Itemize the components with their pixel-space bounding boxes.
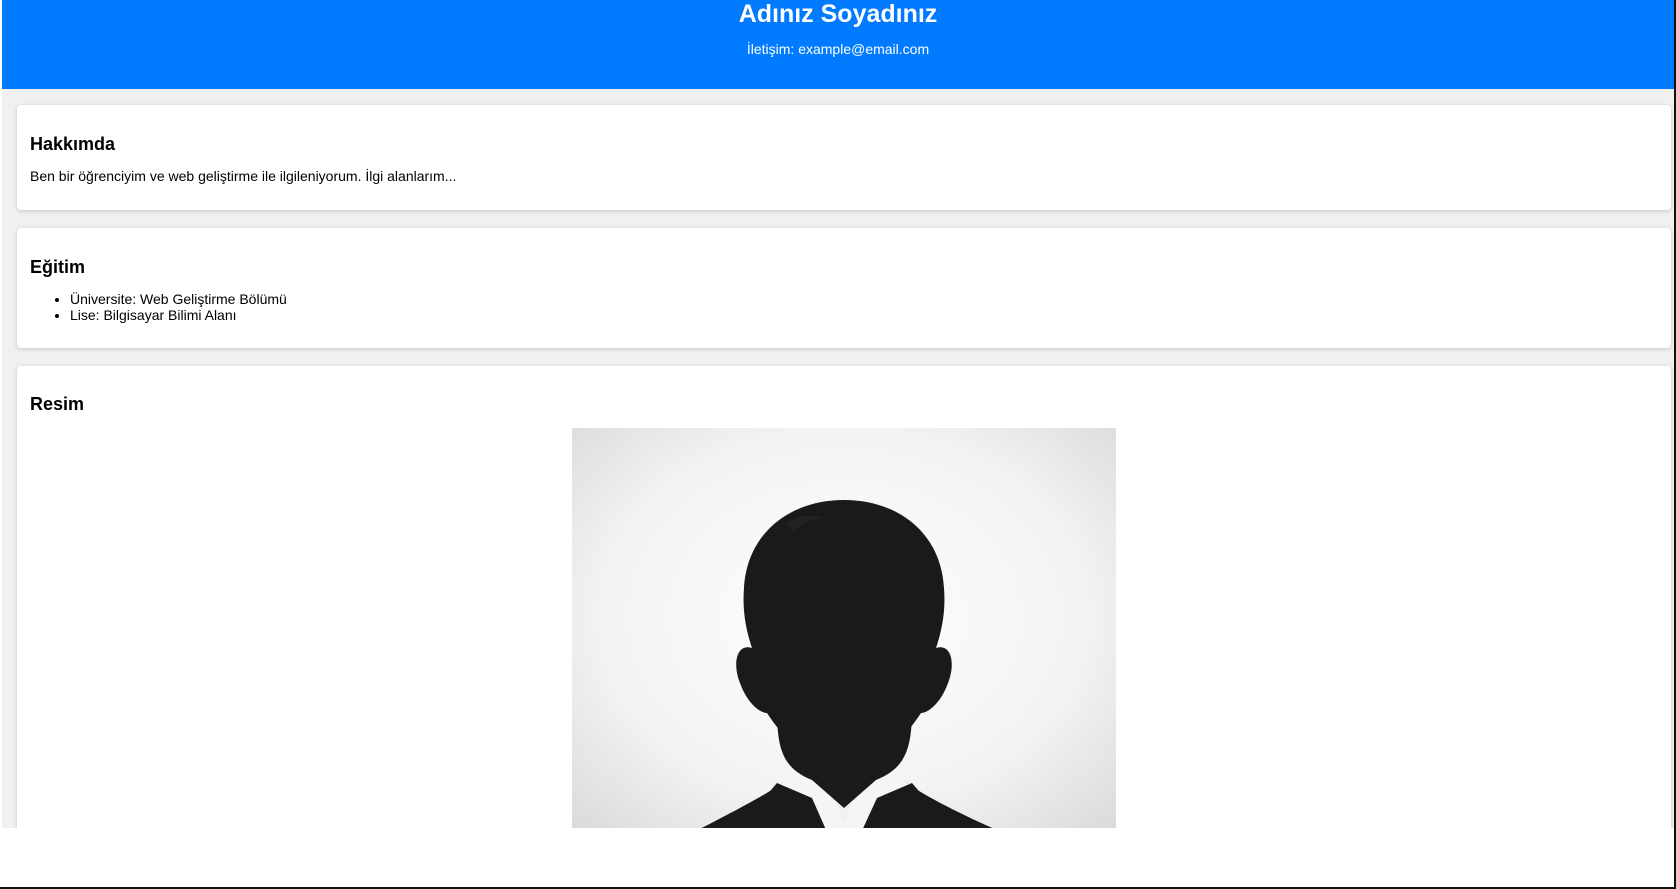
education-list: Üniversite: Web Geliştirme Bölümü Lise: … — [30, 291, 287, 323]
silhouette-image — [572, 428, 1116, 828]
about-section: Hakkımda Ben bir öğrenciyim ve web geliş… — [17, 105, 1671, 210]
education-title: Eğitim — [30, 257, 86, 277]
page-header: Adınız Soyadınız İletişim: example@email… — [2, 0, 1674, 89]
about-title: Hakkımda — [30, 134, 116, 154]
image-section: Resim — [17, 366, 1671, 828]
page-title: Adınız Soyadınız — [738, 0, 938, 28]
browser-frame: Adınız Soyadınız İletişim: example@email… — [0, 0, 1676, 889]
education-item-highschool: Lise: Bilgisayar Bilimi Alanı — [70, 307, 287, 323]
about-text: Ben bir öğrenciyim ve web geliştirme ile… — [30, 168, 457, 184]
profile-photo — [572, 428, 1116, 828]
image-title: Resim — [30, 394, 85, 414]
contact-info: İletişim: example@email.com — [746, 41, 930, 57]
education-item-university: Üniversite: Web Geliştirme Bölümü — [70, 291, 287, 307]
education-section: Eğitim Üniversite: Web Geliştirme Bölümü… — [17, 228, 1671, 348]
page-viewport: Adınız Soyadınız İletişim: example@email… — [2, 0, 1674, 828]
